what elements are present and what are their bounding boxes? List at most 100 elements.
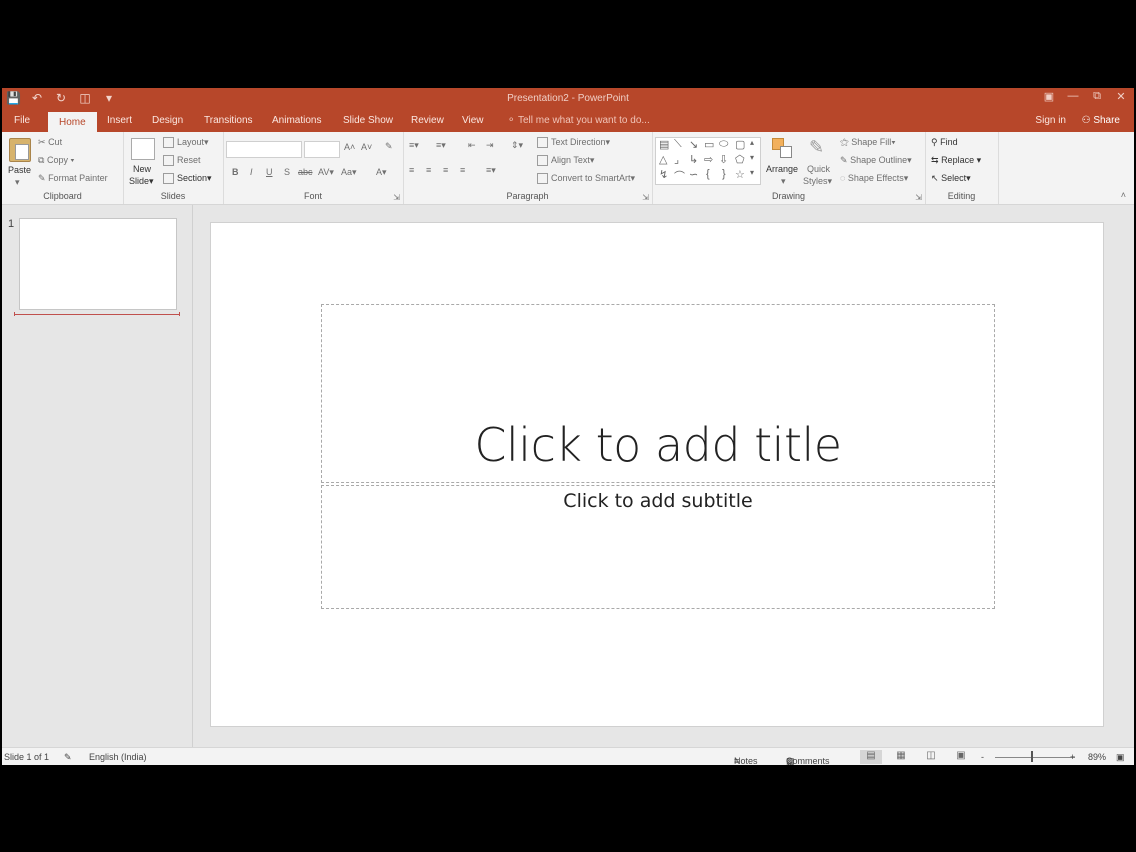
font-size-combo[interactable] (304, 141, 340, 158)
tab-design[interactable]: Design (152, 115, 183, 126)
line-shape-icon[interactable]: ⟍ (674, 138, 682, 151)
shape-effects-button[interactable]: ◌ Shape Effects▾ (840, 173, 908, 184)
cut-button[interactable]: ✂ Cut (38, 137, 62, 148)
curve-shape-icon[interactable]: ∽ (689, 168, 698, 181)
slide-thumbnail[interactable] (19, 218, 177, 310)
sign-in-link[interactable]: Sign in (1035, 115, 1066, 126)
font-dialog-launcher-icon[interactable]: ⇲ (393, 193, 400, 202)
align-center-icon[interactable]: ≡ (426, 165, 431, 175)
slide-canvas[interactable]: Click to add title Click to add subtitle (210, 222, 1104, 727)
new-slide-button-line2[interactable]: Slide▾ (129, 176, 154, 187)
shape-fill-button[interactable]: ⚝ Shape Fill▾ (840, 137, 896, 148)
replace-button[interactable]: ⇆ Replace ▾ (931, 155, 981, 166)
columns-icon[interactable]: ≡▾ (486, 165, 496, 176)
shrink-font-button[interactable]: A˅ (361, 142, 372, 152)
quick-styles-button-line2[interactable]: Styles▾ (803, 176, 832, 187)
spelling-check-icon[interactable]: ✎ (64, 752, 72, 763)
star-shape-icon[interactable]: ☆ (735, 168, 745, 181)
convert-smartart-button[interactable]: Convert to SmartArt▾ (537, 173, 635, 185)
bold-button[interactable]: B (232, 167, 239, 177)
arrange-dropdown-icon[interactable]: ▾ (781, 176, 786, 187)
grow-font-button[interactable]: A˄ (344, 142, 355, 152)
decrease-indent-icon[interactable]: ⇤ (468, 140, 476, 151)
select-button[interactable]: ↖ Select▾ (931, 173, 971, 184)
italic-button[interactable]: I (250, 167, 253, 177)
tab-review[interactable]: Review (411, 115, 444, 126)
triangle-shape-icon[interactable]: △ (659, 153, 667, 166)
new-slide-icon[interactable] (131, 138, 155, 160)
align-left-icon[interactable]: ≡ (409, 165, 414, 175)
arc-shape-icon[interactable]: ⌒ (674, 168, 685, 184)
shadow-button[interactable]: S (284, 167, 290, 177)
gallery-more-icon[interactable]: ▾ (750, 168, 754, 177)
tab-view[interactable]: View (462, 115, 484, 126)
ribbon-display-options-icon[interactable]: ▣ (1042, 90, 1056, 103)
quick-styles-icon[interactable]: ✎ (809, 137, 824, 158)
strikethrough-button[interactable]: abc (298, 167, 313, 177)
pentagon-shape-icon[interactable]: ⬠ (735, 153, 745, 166)
rectangle-shape-icon[interactable]: ▭ (704, 138, 714, 151)
drawing-dialog-launcher-icon[interactable]: ⇲ (915, 193, 922, 202)
left-brace-shape-icon[interactable]: { (706, 168, 710, 180)
rounded-rectangle-shape-icon[interactable]: ▢ (735, 138, 745, 151)
tab-insert[interactable]: Insert (107, 115, 132, 126)
paste-icon[interactable] (9, 138, 31, 162)
font-color-button[interactable]: A▾ (376, 167, 387, 178)
paste-dropdown-icon[interactable]: ▾ (15, 177, 20, 188)
shapes-gallery[interactable]: ▤ ⟍ ↘ ▭ ⬭ ▢ △ ⌟ ↳ ⇨ ⇩ ⬠ ↯ ⌒ ∽ { } ☆ ▴ ▾ (655, 137, 761, 185)
tab-transitions[interactable]: Transitions (204, 115, 253, 126)
collapse-ribbon-icon[interactable]: ˄ (1121, 190, 1126, 200)
justify-icon[interactable]: ≡ (460, 165, 465, 175)
tab-animations[interactable]: Animations (272, 115, 321, 126)
clear-formatting-icon[interactable]: ✎ (385, 141, 393, 152)
tab-home[interactable]: Home (48, 112, 97, 132)
share-button[interactable]: ⚇ Share (1082, 115, 1120, 126)
gallery-scroll-down-icon[interactable]: ▾ (750, 153, 754, 162)
arrow-line-shape-icon[interactable]: ↘ (689, 138, 698, 151)
zoom-slider-thumb[interactable] (1031, 751, 1033, 762)
zoom-in-button[interactable]: + (1070, 752, 1075, 762)
restore-icon[interactable]: ⧉ (1090, 90, 1104, 103)
bullets-icon[interactable]: ≡▾ (409, 140, 419, 151)
align-text-button[interactable]: Align Text▾ (537, 155, 594, 167)
shape-outline-button[interactable]: ✎ Shape Outline▾ (840, 155, 912, 166)
zoom-slider[interactable] (995, 757, 1075, 758)
slide-show-view-icon[interactable]: ▣ (950, 750, 972, 764)
arrange-icon[interactable] (772, 138, 792, 158)
oval-shape-icon[interactable]: ⬭ (719, 138, 728, 151)
text-direction-button[interactable]: Text Direction▾ (537, 137, 610, 149)
paste-button[interactable]: Paste (8, 165, 31, 175)
arrange-button[interactable]: Arrange (766, 164, 798, 174)
right-arrow-shape-icon[interactable]: ⇨ (704, 153, 713, 166)
section-button[interactable]: Section▾ (163, 173, 212, 185)
paragraph-dialog-launcher-icon[interactable]: ⇲ (642, 193, 649, 202)
font-name-combo[interactable] (226, 141, 302, 158)
gallery-scroll-up-icon[interactable]: ▴ (750, 138, 754, 147)
freeform-shape-icon[interactable]: ↯ (659, 168, 668, 181)
normal-view-icon[interactable]: ▤ (860, 750, 882, 764)
down-arrow-shape-icon[interactable]: ⇩ (719, 153, 728, 166)
tell-me-box[interactable]: ⚬ Tell me what you want to do... (507, 115, 650, 126)
tab-slide-show[interactable]: Slide Show (343, 115, 393, 126)
change-case-button[interactable]: Aa▾ (341, 167, 357, 178)
slide-sorter-view-icon[interactable]: ▦ (890, 750, 912, 764)
copy-button[interactable]: ⧉ Copy ▾ (38, 155, 74, 166)
layout-button[interactable]: Layout▾ (163, 137, 209, 149)
textbox-shape-icon[interactable]: ▤ (659, 138, 669, 151)
reading-view-icon[interactable]: ◫ (920, 750, 942, 764)
zoom-out-button[interactable]: - (981, 752, 984, 762)
fit-slide-icon[interactable]: ▣ (1116, 752, 1125, 763)
underline-button[interactable]: U (266, 167, 273, 177)
minimize-icon[interactable]: — (1066, 90, 1080, 103)
subtitle-placeholder[interactable]: Click to add subtitle (321, 485, 995, 609)
character-spacing-button[interactable]: AV▾ (318, 167, 334, 178)
numbering-icon[interactable]: ≡▾ (436, 140, 446, 151)
elbow-connector-icon[interactable]: ⌟ (674, 153, 679, 166)
find-button[interactable]: ⚲ Find (931, 137, 958, 148)
close-icon[interactable]: ✕ (1114, 90, 1128, 103)
elbow-arrow-icon[interactable]: ↳ (689, 153, 698, 166)
language-indicator[interactable]: English (India) (89, 752, 147, 762)
quick-styles-button-line1[interactable]: Quick (807, 164, 830, 174)
increase-indent-icon[interactable]: ⇥ (486, 140, 494, 151)
reset-button[interactable]: Reset (163, 155, 201, 167)
